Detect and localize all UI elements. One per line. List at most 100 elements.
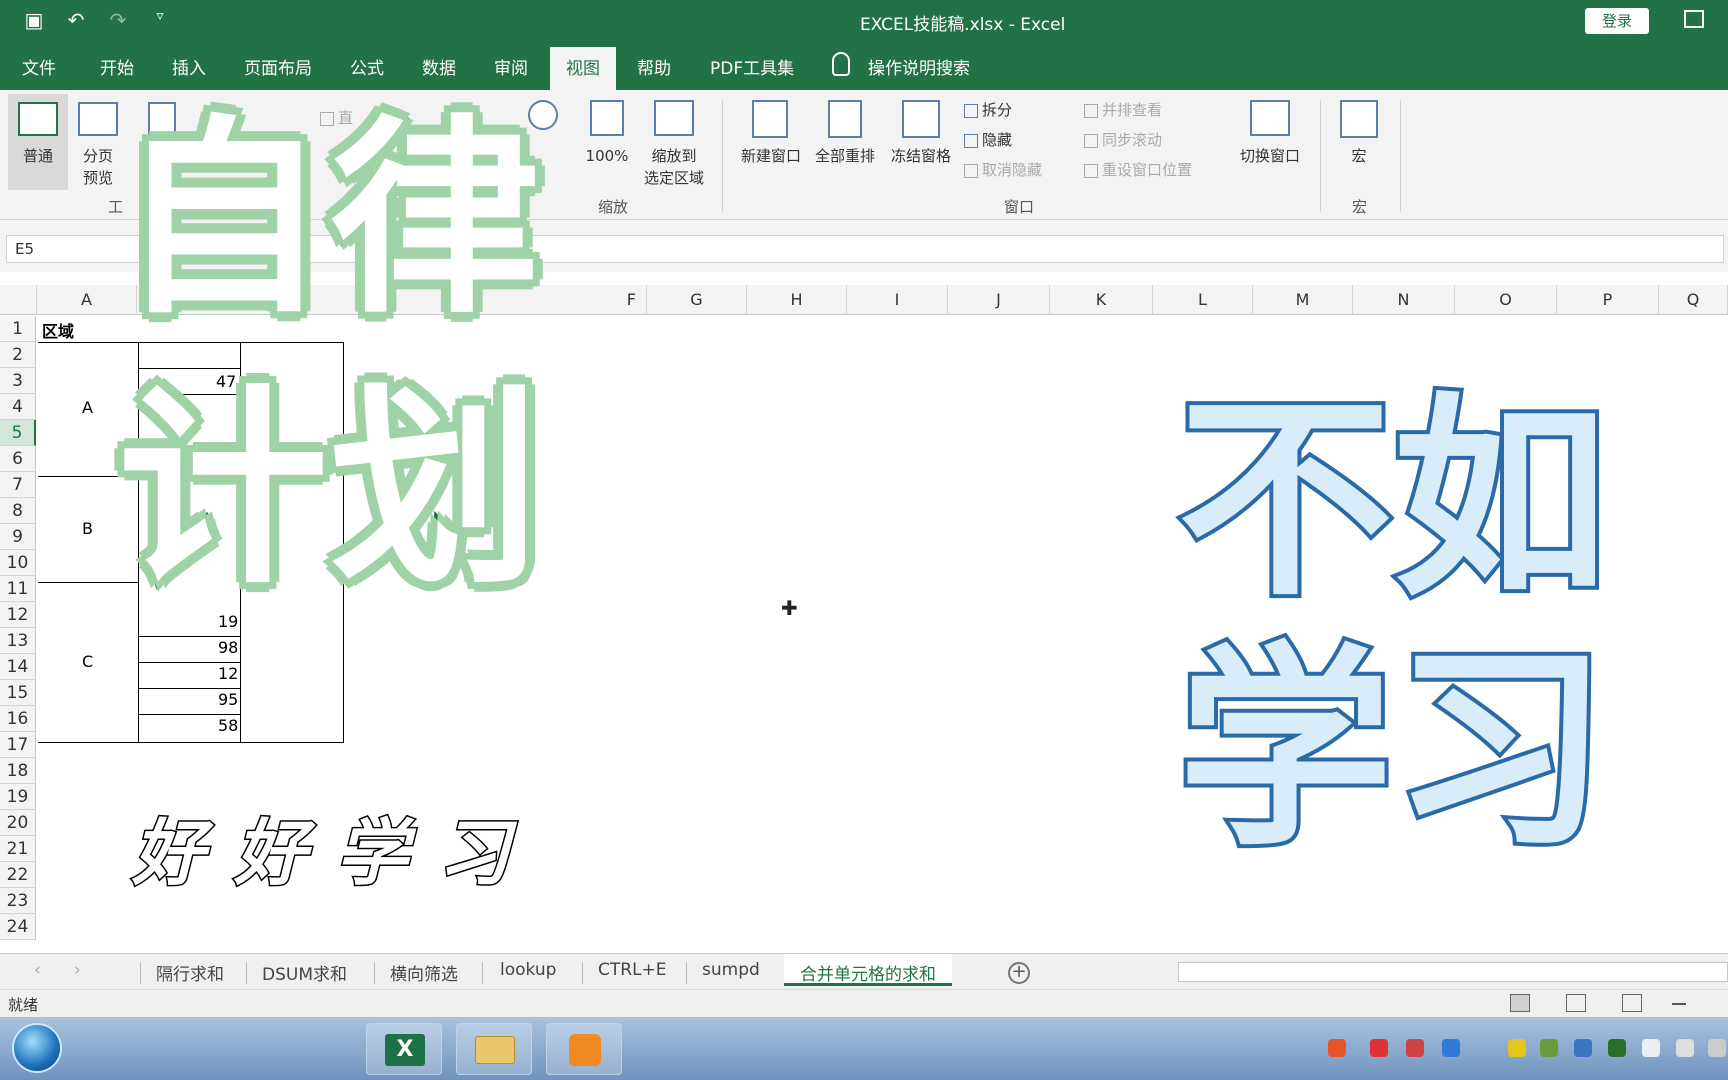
tab-file[interactable]: 文件 xyxy=(22,54,56,79)
page-break-preview-icon[interactable] xyxy=(78,102,118,136)
volume-icon[interactable] xyxy=(1708,1039,1726,1057)
column-header-l[interactable]: L xyxy=(1153,285,1253,315)
sheet-tab[interactable]: sumpd xyxy=(702,960,760,980)
tab-view[interactable]: 视图 xyxy=(550,47,616,90)
redo-icon[interactable]: ↷ xyxy=(106,8,130,32)
zoom-to-selection-icon[interactable] xyxy=(654,100,694,136)
tab-home[interactable]: 开始 xyxy=(100,54,134,79)
sheet-tab[interactable]: DSUM求和 xyxy=(262,960,347,985)
security-tray-icon[interactable] xyxy=(1540,1039,1558,1057)
row-header[interactable]: 12 xyxy=(0,602,36,628)
freeze-panes-icon[interactable] xyxy=(902,100,940,138)
zoom-out-icon[interactable] xyxy=(1672,1003,1686,1005)
explorer-taskbar-icon[interactable] xyxy=(456,1023,532,1075)
excel-taskbar-icon[interactable]: X xyxy=(366,1023,442,1075)
row-header[interactable]: 19 xyxy=(0,784,36,810)
new-window-button[interactable]: 新建窗口 xyxy=(734,146,808,166)
cell-b12[interactable]: 19 xyxy=(218,612,238,631)
zoom-to-selection-label-1[interactable]: 缩放到 xyxy=(636,146,712,166)
customize-qat-icon[interactable]: ▿ xyxy=(148,8,172,32)
add-sheet-icon[interactable]: + xyxy=(1008,962,1030,984)
cell-b13[interactable]: 98 xyxy=(218,638,238,657)
cell-a1[interactable]: 区域 xyxy=(42,318,74,342)
undo-icon[interactable]: ↶ xyxy=(64,8,88,32)
tab-formulas[interactable]: 公式 xyxy=(350,54,384,79)
row-header[interactable]: 8 xyxy=(0,498,36,524)
network-icon[interactable] xyxy=(1676,1039,1694,1057)
row-header[interactable]: 1 xyxy=(0,316,36,342)
row-header[interactable]: 23 xyxy=(0,888,36,914)
tab-insert[interactable]: 插入 xyxy=(172,54,206,79)
row-header[interactable]: 24 xyxy=(0,914,36,940)
column-header-j[interactable]: J xyxy=(948,285,1050,315)
row-header-selected[interactable]: 5 xyxy=(0,420,36,446)
row-header[interactable]: 3 xyxy=(0,368,36,394)
row-header[interactable]: 13 xyxy=(0,628,36,654)
row-header[interactable]: 4 xyxy=(0,394,36,420)
tab-data[interactable]: 数据 xyxy=(422,54,456,79)
zoom-100-icon[interactable] xyxy=(590,100,624,136)
cell-region-c[interactable]: C xyxy=(82,652,93,671)
cell-b14[interactable]: 12 xyxy=(218,664,238,683)
row-header[interactable]: 15 xyxy=(0,680,36,706)
sheet-tab[interactable]: 横向筛选 xyxy=(390,960,458,985)
normal-view-button[interactable]: 普通 xyxy=(14,146,62,166)
column-header-n[interactable]: N xyxy=(1353,285,1455,315)
cell-b16[interactable]: 58 xyxy=(218,716,238,735)
hide-button[interactable]: 隐藏 xyxy=(964,130,1012,150)
split-button[interactable]: 拆分 xyxy=(964,100,1012,120)
synchronous-scrolling-button[interactable]: 同步滚动 xyxy=(1084,130,1162,150)
select-all-corner[interactable] xyxy=(0,285,37,315)
column-header-m[interactable]: M xyxy=(1253,285,1353,315)
new-window-icon[interactable] xyxy=(752,100,788,138)
row-header[interactable]: 2 xyxy=(0,342,36,368)
view-side-by-side-button[interactable]: 并排查看 xyxy=(1084,100,1162,120)
battery-icon[interactable] xyxy=(1642,1039,1660,1057)
normal-view-icon[interactable] xyxy=(18,102,58,136)
page-break-label-1[interactable]: 分页 xyxy=(76,146,120,166)
start-button-icon[interactable] xyxy=(12,1023,62,1073)
row-header[interactable]: 21 xyxy=(0,836,36,862)
row-header[interactable]: 22 xyxy=(0,862,36,888)
freeze-panes-button[interactable]: 冻结窗格 xyxy=(884,146,958,166)
row-header[interactable]: 10 xyxy=(0,550,36,576)
sheet-tab[interactable]: 隔行求和 xyxy=(156,960,224,985)
switch-windows-button[interactable]: 切换窗口 xyxy=(1232,146,1308,166)
column-header-q[interactable]: Q xyxy=(1659,285,1728,315)
media-player-taskbar-icon[interactable] xyxy=(546,1023,622,1075)
column-header-h[interactable]: H xyxy=(747,285,847,315)
normal-view-status-icon[interactable] xyxy=(1510,994,1530,1012)
row-header[interactable]: 7 xyxy=(0,472,36,498)
column-header-g[interactable]: G xyxy=(647,285,747,315)
tray-icon[interactable] xyxy=(1370,1039,1388,1057)
tray-icon[interactable] xyxy=(1574,1039,1592,1057)
unhide-button[interactable]: 取消隐藏 xyxy=(964,160,1042,180)
column-header-o[interactable]: O xyxy=(1455,285,1557,315)
arrange-all-button[interactable]: 全部重排 xyxy=(808,146,882,166)
row-header[interactable]: 16 xyxy=(0,706,36,732)
ribbon-display-icon[interactable] xyxy=(1684,10,1704,28)
row-header[interactable]: 11 xyxy=(0,576,36,602)
tab-scroll-left-icon[interactable]: ‹ xyxy=(34,960,41,980)
cell-b15[interactable]: 95 xyxy=(218,690,238,709)
row-header[interactable]: 9 xyxy=(0,524,36,550)
tray-icon[interactable] xyxy=(1442,1039,1460,1057)
tray-icon[interactable] xyxy=(1406,1039,1424,1057)
cell-region-a[interactable]: A xyxy=(82,398,93,417)
column-header-i[interactable]: I xyxy=(847,285,948,315)
macros-button[interactable]: 宏 xyxy=(1344,146,1374,166)
sheet-tab-active[interactable]: 合并单元格的求和 xyxy=(784,954,952,986)
ime-tray-icon[interactable] xyxy=(1328,1039,1346,1057)
tab-review[interactable]: 审阅 xyxy=(494,54,528,79)
save-icon[interactable]: ▣ xyxy=(22,8,46,32)
row-header[interactable]: 14 xyxy=(0,654,36,680)
tray-icon[interactable] xyxy=(1508,1039,1526,1057)
tab-help[interactable]: 帮助 xyxy=(637,54,671,79)
login-button[interactable]: 登录 xyxy=(1585,8,1649,34)
tell-me-search[interactable]: 操作说明搜索 xyxy=(868,54,970,79)
tab-pdf-tools[interactable]: PDF工具集 xyxy=(710,54,794,79)
tab-scroll-right-icon[interactable]: › xyxy=(74,960,81,980)
row-header[interactable]: 6 xyxy=(0,446,36,472)
switch-windows-icon[interactable] xyxy=(1250,100,1290,136)
nvidia-tray-icon[interactable] xyxy=(1608,1039,1626,1057)
